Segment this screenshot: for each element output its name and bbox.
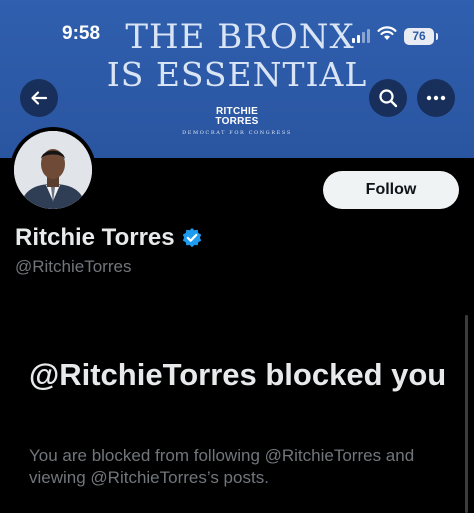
avatar[interactable]	[10, 127, 96, 213]
back-button[interactable]	[20, 79, 58, 117]
search-button[interactable]	[369, 79, 407, 117]
wifi-icon	[377, 26, 397, 46]
arrow-left-icon	[31, 91, 48, 105]
profile-display-name: Ritchie Torres	[15, 224, 175, 251]
search-icon	[379, 89, 398, 108]
status-indicators: 76	[352, 26, 438, 46]
more-options-button[interactable]	[417, 79, 455, 117]
profile-name-row: Ritchie Torres	[15, 224, 203, 252]
cellular-signal-icon	[352, 29, 370, 43]
banner-logo-name: RITCHIE TORRES	[0, 107, 474, 127]
blocked-description: You are blocked from following @RitchieT…	[29, 446, 415, 487]
avatar-photo	[14, 131, 92, 209]
banner-logo-name-line2: TORRES	[215, 116, 259, 127]
battery-indicator: 76	[404, 27, 438, 45]
more-horizontal-icon	[426, 95, 446, 101]
verified-badge-icon	[182, 228, 201, 248]
status-time: 9:58	[62, 23, 101, 44]
profile-handle: @RitchieTorres	[15, 257, 132, 276]
blocked-title: @RitchieTorres blocked you	[29, 357, 447, 392]
follow-button[interactable]: Follow	[323, 171, 459, 209]
scrollbar[interactable]	[465, 315, 468, 513]
